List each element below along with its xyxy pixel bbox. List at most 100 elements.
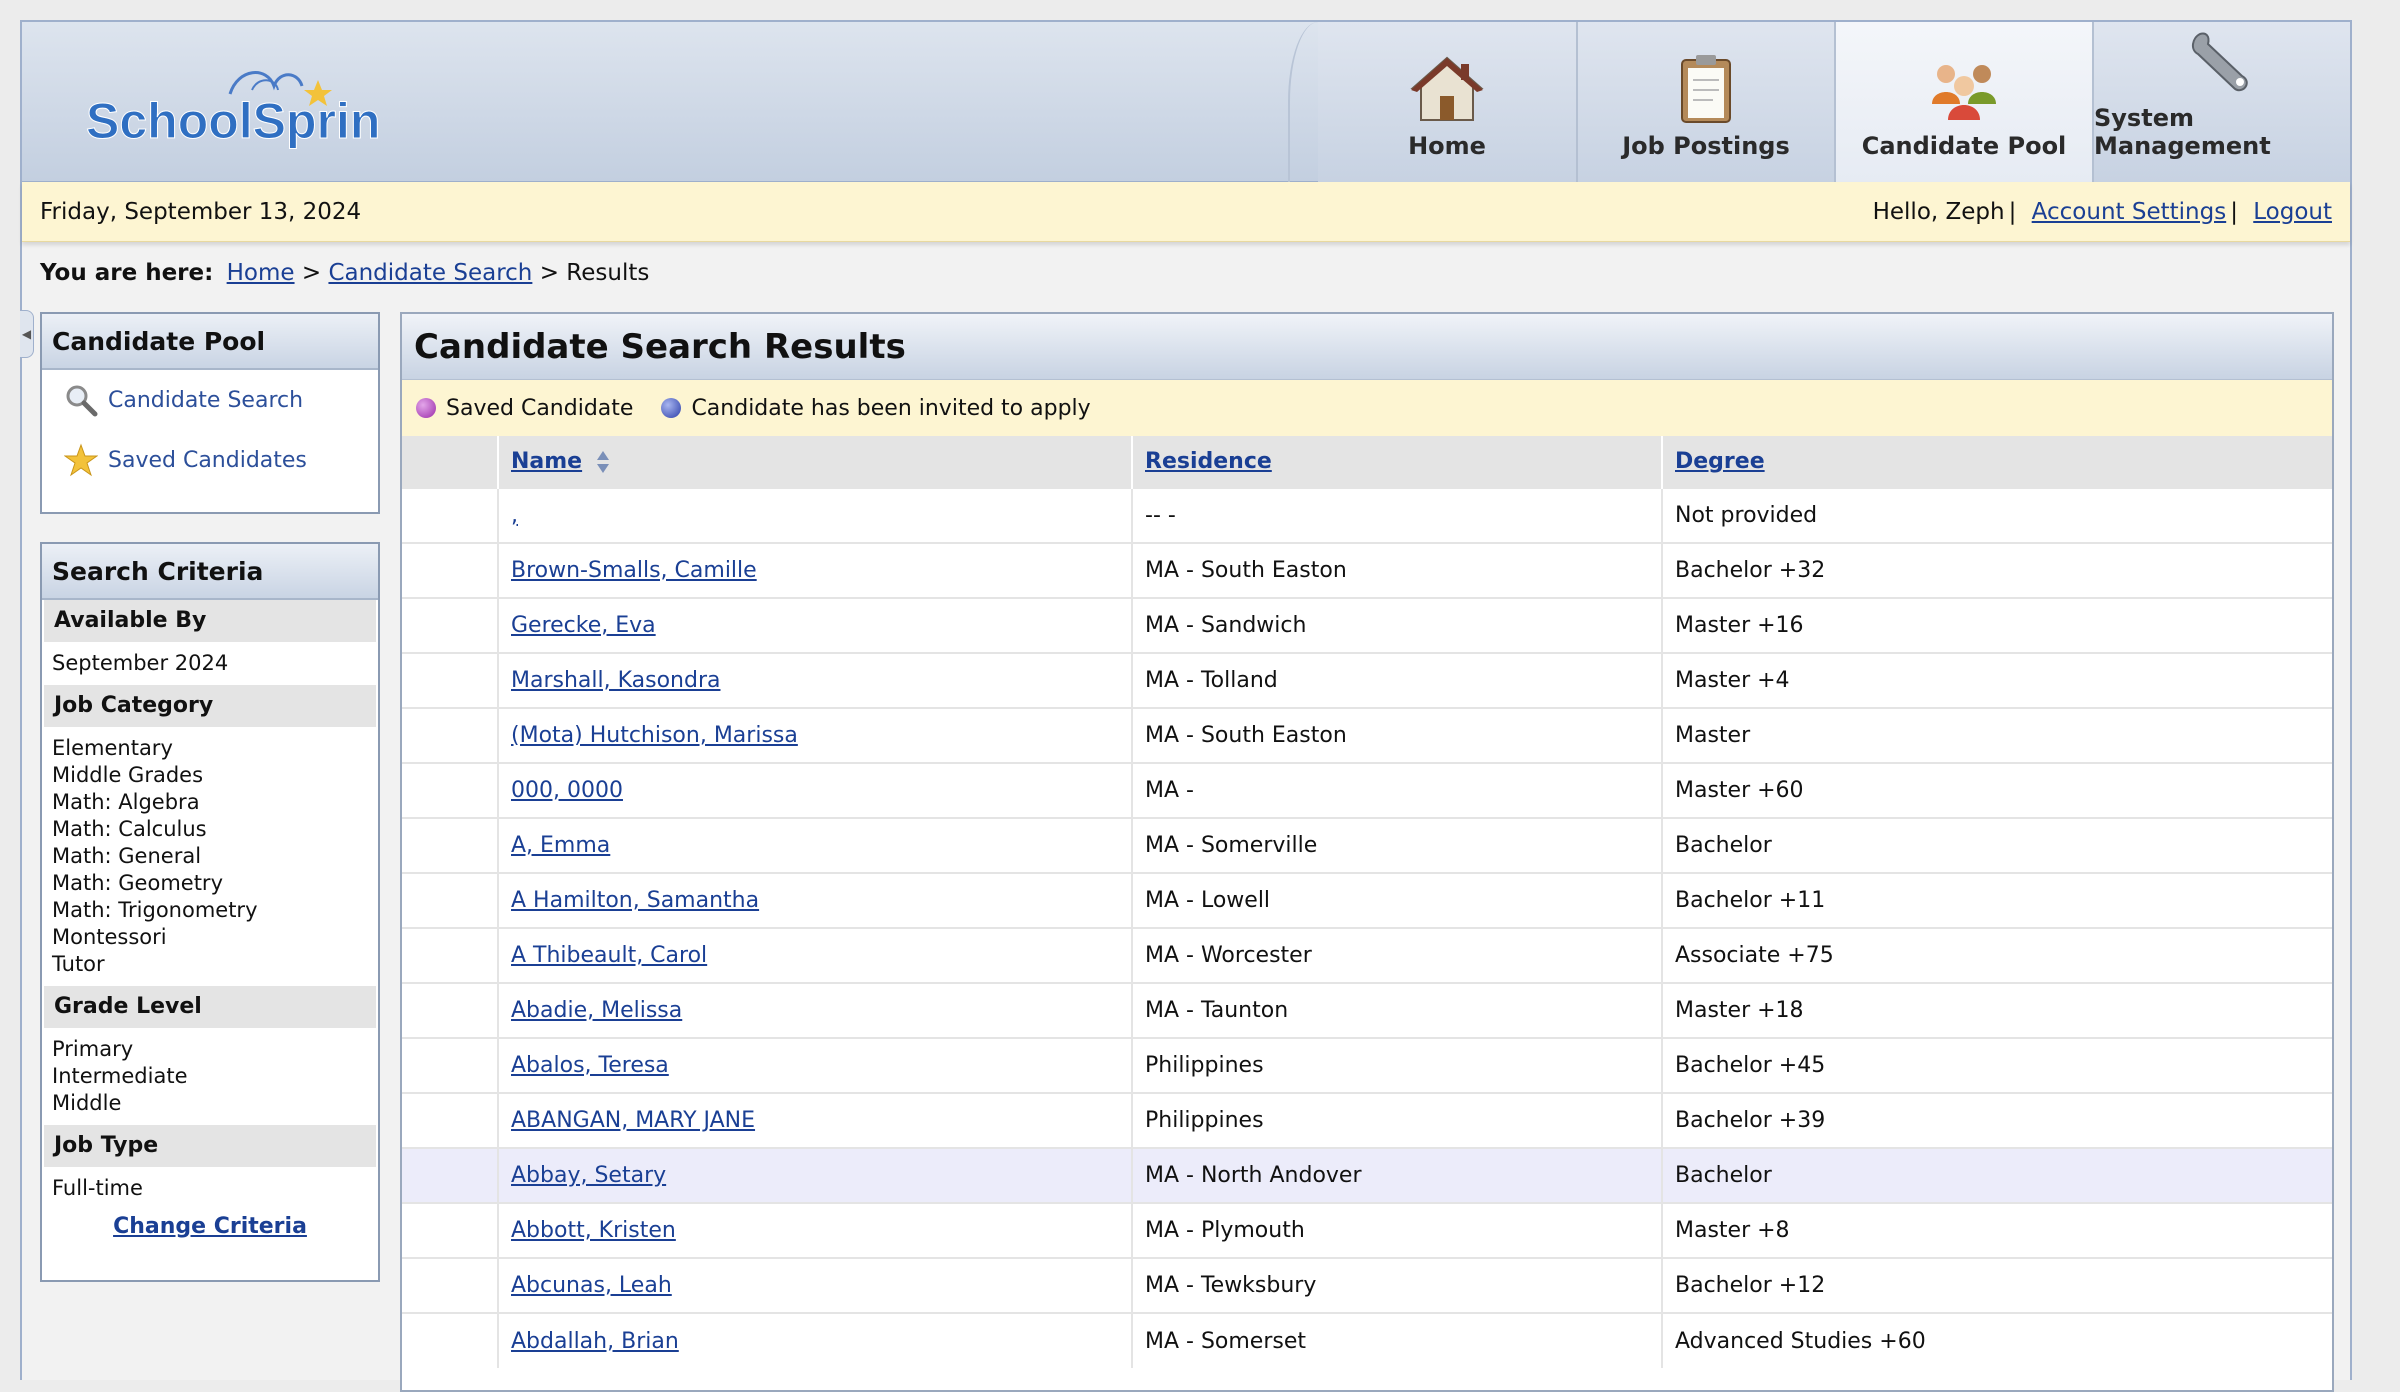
name-cell: ABANGAN, MARY JANE bbox=[497, 1092, 1132, 1148]
legend-saved: Saved Candidate bbox=[416, 396, 633, 421]
row-marker-cell bbox=[402, 597, 498, 653]
degree-cell: Master +60 bbox=[1661, 762, 2332, 818]
legend-saved-label: Saved Candidate bbox=[446, 395, 634, 421]
criteria-value: Middle bbox=[52, 1091, 122, 1115]
legend: Saved Candidate Candidate has been invit… bbox=[402, 380, 2332, 436]
candidate-name-link[interactable]: (Mota) Hutchison, Marissa bbox=[511, 723, 798, 748]
criteria-values-job-type: Full-time bbox=[42, 1167, 378, 1210]
candidate-pool-panel: Candidate Pool Candidate Search Saved Ca… bbox=[40, 312, 380, 514]
degree-cell: Bachelor bbox=[1661, 1147, 2332, 1203]
candidate-name-link[interactable]: Gerecke, Eva bbox=[511, 613, 656, 638]
candidate-search-link[interactable]: Candidate Search bbox=[42, 370, 378, 430]
table-row[interactable]: Gerecke, Eva MA - Sandwich Master +16 bbox=[402, 597, 2332, 653]
residence-cell: MA - Somerville bbox=[1131, 817, 1662, 873]
candidate-name-link[interactable]: Abadie, Melissa bbox=[511, 998, 682, 1023]
candidate-name-link[interactable]: 000, 0000 bbox=[511, 778, 623, 803]
name-cell: Abalos, Teresa bbox=[497, 1037, 1132, 1093]
house-icon bbox=[1410, 56, 1484, 121]
candidate-name-link[interactable]: Brown-Smalls, Camille bbox=[511, 558, 757, 583]
degree-cell: Bachelor bbox=[1661, 817, 2332, 873]
header: SchoolSpring Home Job Postings Candidate… bbox=[22, 22, 2350, 182]
table-row[interactable]: ABANGAN, MARY JANE Philippines Bachelor +3… bbox=[402, 1092, 2332, 1148]
saved-candidates-link[interactable]: Saved Candidates bbox=[42, 430, 378, 490]
column-header-name: Name bbox=[497, 436, 1132, 488]
table-row[interactable]: Abcunas, Leah MA - Tewksbury Bachelor +12 bbox=[402, 1257, 2332, 1313]
table-row[interactable]: , -- - Not provided bbox=[402, 487, 2332, 543]
sort-degree-link[interactable]: Degree bbox=[1675, 449, 1765, 474]
account-settings-link[interactable]: Account Settings bbox=[2032, 199, 2227, 225]
table-row[interactable]: 000, 0000 MA - Master +60 bbox=[402, 762, 2332, 818]
panel-title: Candidate Pool bbox=[42, 314, 378, 370]
table-row[interactable]: A Hamilton, Samantha MA - Lowell Bachelor … bbox=[402, 872, 2332, 928]
candidate-name-link[interactable]: Abcunas, Leah bbox=[511, 1273, 672, 1298]
criteria-value: Math: Algebra bbox=[52, 790, 200, 814]
candidate-name-link[interactable]: , bbox=[511, 503, 518, 528]
nav-tab-job-postings[interactable]: Job Postings bbox=[1576, 22, 1834, 182]
row-marker-cell bbox=[402, 1147, 498, 1203]
candidate-name-link[interactable]: Marshall, Kasondra bbox=[511, 668, 720, 693]
table-row[interactable]: Marshall, Kasondra MA - Tolland Master +4 bbox=[402, 652, 2332, 708]
app-frame: SchoolSpring Home Job Postings Candidate… bbox=[20, 20, 2352, 1392]
sort-name-link[interactable]: Name bbox=[511, 449, 582, 474]
table-row[interactable]: A, Emma MA - Somerville Bachelor bbox=[402, 817, 2332, 873]
candidate-name-link[interactable]: A Hamilton, Samantha bbox=[511, 888, 759, 913]
criteria-value: Math: Geometry bbox=[52, 871, 223, 895]
name-cell: Abbay, Setary bbox=[497, 1147, 1132, 1203]
residence-cell: MA - Tewksbury bbox=[1131, 1257, 1662, 1313]
criteria-value: Middle Grades bbox=[52, 763, 204, 787]
degree-cell: Not provided bbox=[1661, 487, 2332, 543]
breadcrumb: You are here: Home > Candidate Search > … bbox=[40, 260, 649, 286]
table-row[interactable]: Abbay, Setary MA - North Andover Bachelor bbox=[402, 1147, 2332, 1203]
criteria-values-job-category: Elementary Middle Grades Math: Algebra Math… bbox=[42, 727, 378, 986]
breadcrumb-separator: > bbox=[301, 260, 322, 286]
candidate-name-link[interactable]: ABANGAN, MARY JANE bbox=[511, 1108, 755, 1133]
sort-arrows-icon[interactable] bbox=[596, 450, 610, 474]
candidate-name-link[interactable]: Abbott, Kristen bbox=[511, 1218, 676, 1243]
sidebar-collapse-handle[interactable]: ◀ bbox=[20, 310, 34, 358]
residence-cell: MA - South Easton bbox=[1131, 542, 1662, 598]
breadcrumb-separator: > bbox=[539, 260, 559, 286]
residence-cell: MA - Lowell bbox=[1131, 872, 1662, 928]
invited-dot-icon bbox=[661, 398, 682, 418]
nav-tab-candidate-pool[interactable]: Candidate Pool bbox=[1834, 22, 2092, 182]
schoolspring-logo[interactable]: SchoolSpring bbox=[62, 60, 382, 170]
breadcrumb-home-link[interactable]: Home bbox=[227, 260, 295, 286]
table-row[interactable]: Abadie, Melissa MA - Taunton Master +18 bbox=[402, 982, 2332, 1038]
main-nav: Home Job Postings Candidate Pool System … bbox=[1288, 22, 2350, 182]
breadcrumb-current: Results bbox=[566, 260, 650, 286]
residence-cell: MA - Tolland bbox=[1131, 652, 1662, 708]
table-row[interactable]: A Thibeault, Carol MA - Worcester Associat… bbox=[402, 927, 2332, 983]
row-marker-cell bbox=[402, 817, 498, 873]
candidate-name-link[interactable]: Abdallah, Brian bbox=[511, 1329, 679, 1354]
table-row[interactable]: Abalos, Teresa Philippines Bachelor +45 bbox=[402, 1037, 2332, 1093]
degree-cell: Master +18 bbox=[1661, 982, 2332, 1038]
degree-cell: Master +8 bbox=[1661, 1202, 2332, 1258]
name-cell: Marshall, Kasondra bbox=[497, 652, 1132, 708]
residence-cell: MA - Plymouth bbox=[1131, 1202, 1662, 1258]
svg-text:SchoolSpring: SchoolSpring bbox=[86, 93, 382, 149]
table-row[interactable]: (Mota) Hutchison, Marissa MA - South East… bbox=[402, 707, 2332, 763]
criteria-value: Tutor bbox=[52, 952, 105, 976]
magnifier-icon bbox=[66, 385, 98, 417]
logout-link[interactable]: Logout bbox=[2253, 199, 2332, 225]
table-row[interactable]: Brown-Smalls, Camille MA - South Easton Ba… bbox=[402, 542, 2332, 598]
nav-tab-system-management[interactable]: System Management bbox=[2092, 22, 2350, 182]
criteria-value: Primary bbox=[52, 1037, 134, 1061]
degree-cell: Associate +75 bbox=[1661, 927, 2332, 983]
name-cell: , bbox=[497, 487, 1132, 543]
criteria-value: Intermediate bbox=[52, 1064, 188, 1088]
nav-tab-home[interactable]: Home bbox=[1318, 22, 1576, 182]
clipboard-icon bbox=[1681, 55, 1731, 123]
criteria-label-available-by: Available By bbox=[44, 600, 376, 642]
candidate-name-link[interactable]: Abbay, Setary bbox=[511, 1163, 666, 1188]
residence-cell: MA - Worcester bbox=[1131, 927, 1662, 983]
row-marker-cell bbox=[402, 487, 498, 543]
table-header: Name Residence Degree bbox=[402, 436, 2332, 488]
change-criteria-link[interactable]: Change Criteria bbox=[113, 1214, 307, 1239]
candidate-name-link[interactable]: A Thibeault, Carol bbox=[511, 943, 707, 968]
candidate-name-link[interactable]: A, Emma bbox=[511, 833, 610, 858]
breadcrumb-candidate-search-link[interactable]: Candidate Search bbox=[328, 260, 532, 286]
sort-residence-link[interactable]: Residence bbox=[1145, 449, 1272, 474]
table-row[interactable]: Abbott, Kristen MA - Plymouth Master +8 bbox=[402, 1202, 2332, 1258]
candidate-name-link[interactable]: Abalos, Teresa bbox=[511, 1053, 669, 1078]
